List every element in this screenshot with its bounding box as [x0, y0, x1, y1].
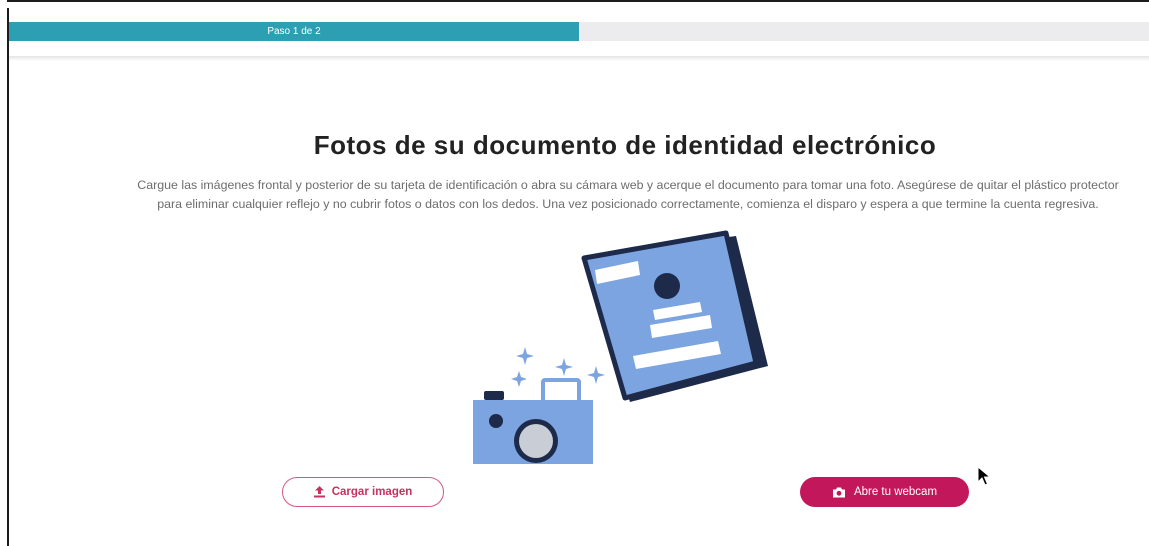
window-frame-left [7, 0, 9, 546]
camera-icon [832, 487, 846, 498]
progress-bar: Paso 1 de 2 [9, 22, 1149, 41]
page-title: Fotos de su documento de identidad elect… [313, 130, 937, 160]
open-webcam-label: Abre tu webcam [853, 486, 938, 498]
instructions-text: Cargue las imágenes frontal y posterior … [137, 178, 1119, 211]
upload-image-button[interactable]: Cargar imagen [282, 477, 444, 507]
camera-icon [473, 378, 593, 464]
progress-step-label: Paso 1 de 2 [267, 26, 321, 37]
id-document-icon [581, 230, 768, 402]
open-webcam-button[interactable]: Abre tu webcam [800, 477, 969, 507]
window-frame-top [7, 0, 1149, 8]
document-camera-illustration [460, 230, 780, 475]
mouse-cursor-icon [977, 465, 992, 491]
header-divider [9, 56, 1149, 61]
upload-icon [313, 486, 325, 498]
upload-image-label: Cargar imagen [331, 486, 413, 498]
